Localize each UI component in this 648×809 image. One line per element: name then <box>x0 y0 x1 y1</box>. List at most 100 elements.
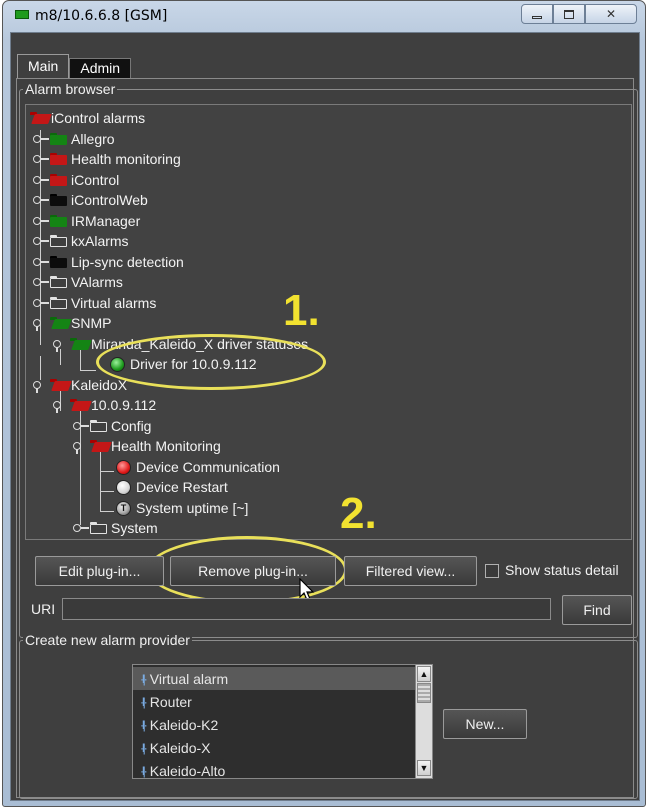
tree-node[interactable]: 10.0.9.112 <box>52 395 156 415</box>
window-title: m8/10.6.6.8 [GSM] <box>35 8 168 24</box>
tree-connector <box>100 471 114 472</box>
tree-node-label: Config <box>111 418 152 434</box>
expand-icon[interactable] <box>32 235 50 247</box>
show-status-detail-checkbox[interactable] <box>485 564 499 578</box>
collapse-icon[interactable] <box>52 399 70 413</box>
annotation-step-2: 2. <box>340 489 377 538</box>
scroll-down-icon[interactable]: ▼ <box>417 760 431 776</box>
folder-red-open-icon <box>30 112 52 124</box>
folder-green-open-icon <box>70 338 92 350</box>
collapse-icon[interactable] <box>52 338 70 352</box>
collapse-icon[interactable] <box>72 440 90 454</box>
folder-red-open-icon <box>90 440 112 452</box>
tree-connector <box>100 491 114 492</box>
folder-white-icon <box>50 297 67 309</box>
annotation-step-1: 1. <box>283 286 320 335</box>
list-item[interactable]: ·l|· Kaleido-K2 <box>133 713 416 736</box>
tree-node[interactable]: Config <box>72 416 151 436</box>
list-item[interactable]: ·l|· Router <box>133 690 416 713</box>
tree-node-label: Device Restart <box>136 479 228 495</box>
alarm-browser-legend: Alarm browser <box>23 81 118 97</box>
expand-icon[interactable] <box>72 420 90 432</box>
list-item-label: Kaleido-Alto <box>149 762 226 779</box>
alarm-provider-list[interactable]: ·l|· Virtual alarm ·l|· Router ·l|· Kale… <box>132 664 433 779</box>
expand-icon[interactable] <box>32 174 50 186</box>
close-button[interactable]: ✕ <box>585 4 637 24</box>
maximize-button[interactable] <box>553 4 585 24</box>
tree-node-root[interactable]: iControl alarms <box>30 108 145 128</box>
expand-icon[interactable] <box>32 153 50 165</box>
tree-node[interactable]: Lip-sync detection <box>32 252 184 272</box>
folder-white-icon <box>50 276 67 288</box>
tree-node[interactable]: Virtual alarms <box>32 293 156 313</box>
tree-connector <box>80 370 96 371</box>
expand-icon[interactable] <box>32 133 50 145</box>
edit-plugin-button[interactable]: Edit plug-in... <box>35 556 164 586</box>
tree-node-label: KaleidoX <box>71 377 128 393</box>
title-bar[interactable]: m8/10.6.6.8 [GSM] ✕ <box>3 1 645 31</box>
tree-node-label: System <box>111 520 158 536</box>
filtered-view-button[interactable]: Filtered view... <box>344 556 477 586</box>
list-item[interactable]: ·l|· Virtual alarm <box>133 667 416 690</box>
tree-node[interactable]: SNMP <box>32 313 111 333</box>
alarm-tree[interactable]: iControl alarms Allegro Health monitorin… <box>25 104 632 540</box>
provider-icon: ·l|· <box>140 671 148 686</box>
list-scrollbar[interactable]: ▲ ▼ <box>415 665 432 778</box>
scroll-up-icon[interactable]: ▲ <box>417 666 431 682</box>
folder-red-open-icon <box>70 399 92 411</box>
list-item-label: Kaleido-K2 <box>149 716 219 733</box>
tree-node-label: Health Monitoring <box>111 438 221 454</box>
tree-node[interactable]: System <box>72 518 158 538</box>
tree-node[interactable]: KaleidoX <box>32 375 127 395</box>
tree-node-label: VAlarms <box>71 274 123 290</box>
list-item[interactable]: ·l|· Kaleido-X <box>133 736 416 759</box>
show-status-detail-label: Show status detail <box>505 562 619 578</box>
list-item-label: Router <box>149 693 192 710</box>
provider-icon: ·l|· <box>140 717 148 732</box>
expand-icon[interactable] <box>32 194 50 206</box>
tab-admin[interactable]: Admin <box>69 58 132 79</box>
tree-node[interactable]: iControl <box>32 170 119 190</box>
tree-node-label: Lip-sync detection <box>71 254 184 270</box>
uri-input[interactable] <box>62 598 551 620</box>
tree-node-label: Device Communication <box>136 459 280 475</box>
expand-icon[interactable] <box>32 256 50 268</box>
tree-node[interactable]: Health monitoring <box>32 149 181 169</box>
uri-label: URI <box>31 601 56 617</box>
expand-icon[interactable] <box>32 297 50 309</box>
folder-white-icon <box>50 235 67 247</box>
tree-node[interactable]: kxAlarms <box>32 231 129 251</box>
collapse-icon[interactable] <box>32 379 50 393</box>
tree-node-label: 10.0.9.112 <box>91 397 157 413</box>
folder-green-open-icon <box>50 317 72 329</box>
status-white-icon <box>116 479 131 495</box>
tree-node[interactable]: IRManager <box>32 211 140 231</box>
tree-node[interactable]: Health Monitoring <box>72 436 221 456</box>
folder-green-icon <box>50 215 67 227</box>
tree-node-label: iControl alarms <box>51 110 146 126</box>
tree-node[interactable]: VAlarms <box>32 272 123 292</box>
folder-white-icon <box>90 420 107 432</box>
expand-icon[interactable] <box>32 215 50 227</box>
expand-icon[interactable] <box>72 522 90 534</box>
list-item[interactable]: ·l|· Kaleido-Alto <box>133 759 416 782</box>
tree-node[interactable]: Device Communication <box>116 457 280 477</box>
status-red-icon <box>116 459 131 475</box>
tree-node[interactable]: Allegro <box>32 129 115 149</box>
minimize-button[interactable] <box>521 4 553 24</box>
folder-black-icon <box>50 194 67 206</box>
find-button[interactable]: Find <box>562 595 632 625</box>
expand-icon[interactable] <box>32 276 50 288</box>
tree-node-label: Virtual alarms <box>71 295 157 311</box>
tree-node[interactable]: iControlWeb <box>32 190 148 210</box>
tree-node-label: iControlWeb <box>71 192 148 208</box>
tab-main[interactable]: Main <box>17 54 70 79</box>
tree-node[interactable]: Device Restart <box>116 477 228 497</box>
tab-bar: Main Admin <box>17 54 132 79</box>
window-controls: ✕ <box>521 4 637 26</box>
tree-node-label: iControl <box>71 172 120 188</box>
new-provider-button[interactable]: New... <box>443 709 527 739</box>
scroll-thumb[interactable] <box>417 683 431 703</box>
collapse-icon[interactable] <box>32 317 50 331</box>
tree-node[interactable]: T System uptime [~] <box>116 498 248 518</box>
